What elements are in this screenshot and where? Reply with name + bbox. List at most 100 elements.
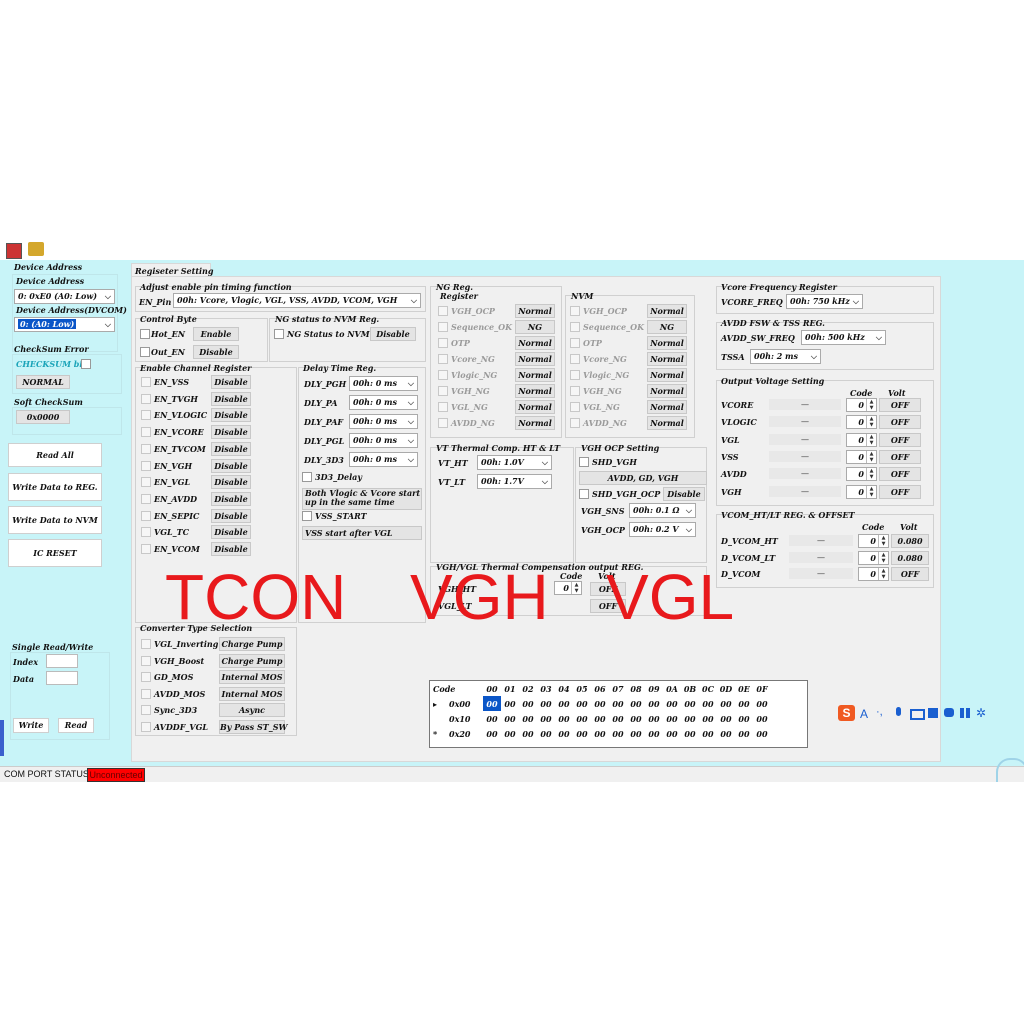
vcore-freq-select[interactable]: 00h: 750 kHz ⌵ bbox=[786, 294, 863, 309]
control-button[interactable]: Enable bbox=[193, 327, 239, 341]
grid-cell[interactable]: 00 bbox=[483, 696, 501, 711]
enable-channel-button[interactable]: Disable bbox=[211, 491, 251, 506]
enable-channel-button[interactable]: Disable bbox=[211, 391, 251, 406]
grid-cell[interactable]: 00 bbox=[519, 696, 537, 711]
output-voltage-code[interactable]: 0 ▲ ▼ bbox=[846, 449, 877, 464]
vcom-slider[interactable]: — bbox=[789, 551, 853, 563]
spinner-arrows-icon[interactable]: ▲ ▼ bbox=[878, 568, 888, 580]
grid-cell[interactable]: 00 bbox=[627, 711, 645, 726]
write-reg-button[interactable]: Write Data to REG. bbox=[8, 473, 102, 501]
spinner-arrows-icon[interactable]: ▲ ▼ bbox=[878, 535, 888, 547]
grid-cell[interactable]: 00 bbox=[753, 711, 771, 726]
enable-channel-checkbox[interactable] bbox=[141, 460, 151, 471]
grid-cell[interactable]: 00 bbox=[555, 711, 573, 726]
spinner-arrows-icon[interactable]: ▲ ▼ bbox=[571, 582, 581, 594]
delay-select[interactable]: 00h: 0 ms ⌵ bbox=[349, 376, 418, 391]
enable-channel-checkbox[interactable] bbox=[141, 393, 151, 404]
d3-delay-checkbox[interactable] bbox=[302, 472, 312, 482]
nvm-checkbox[interactable] bbox=[570, 402, 580, 412]
control-button[interactable]: Disable bbox=[193, 345, 239, 359]
ime-punct-label[interactable]: ·, bbox=[876, 706, 883, 718]
output-voltage-slider[interactable]: — bbox=[769, 416, 841, 428]
register-grid[interactable]: Code 00 01 02 03 04 05 06 07 08 09 0A 0B 0C 0D 0E 0F ▸ 0x0… bbox=[429, 680, 808, 748]
shirt-icon[interactable] bbox=[928, 708, 938, 718]
ime-logo-icon[interactable]: S bbox=[838, 705, 855, 721]
converter-checkbox[interactable] bbox=[141, 639, 151, 649]
vgh-ht-code[interactable]: 0 ▲ ▼ bbox=[554, 581, 582, 595]
folder-icon[interactable] bbox=[28, 242, 44, 256]
grid-cell[interactable]: 00 bbox=[699, 711, 717, 726]
grid-cell[interactable]: 00 bbox=[573, 696, 591, 711]
both-start-button[interactable]: Both Vlogic & Vcore start up in the same… bbox=[302, 488, 422, 510]
vcom-code[interactable]: 0 ▲ ▼ bbox=[858, 567, 889, 581]
ng-reg-checkbox[interactable] bbox=[438, 386, 448, 396]
grid-cell[interactable]: 00 bbox=[663, 726, 681, 741]
data-input[interactable] bbox=[46, 671, 78, 685]
grid-cell[interactable]: 00 bbox=[681, 726, 699, 741]
enable-channel-checkbox[interactable] bbox=[141, 493, 151, 504]
grid-cell[interactable]: 00 bbox=[663, 711, 681, 726]
table-row[interactable]: * 0x20 00 00 00 00 00 00 00 00 00 00 00 00 00 00 00 00 bbox=[430, 726, 771, 741]
nvm-checkbox[interactable] bbox=[570, 306, 580, 316]
enable-channel-button[interactable]: Disable bbox=[211, 508, 251, 523]
grid-cell[interactable]: 00 bbox=[735, 711, 753, 726]
gear-icon[interactable]: ✲ bbox=[976, 706, 986, 720]
grid-cell[interactable]: 00 bbox=[699, 726, 717, 741]
enable-channel-button[interactable]: Disable bbox=[211, 458, 251, 473]
output-voltage-code[interactable]: 0 ▲ ▼ bbox=[846, 467, 877, 482]
enable-channel-checkbox[interactable] bbox=[141, 377, 151, 387]
vgh-sns-select[interactable]: 00h: 0.1 Ω ⌵ bbox=[629, 503, 696, 518]
avdd-gd-vgh-button[interactable]: AVDD, GD, VGH bbox=[579, 471, 707, 485]
nvm-checkbox[interactable] bbox=[570, 354, 580, 364]
grid-cell[interactable]: 00 bbox=[699, 696, 717, 711]
output-voltage-code[interactable]: 0 ▲ ▼ bbox=[846, 432, 877, 447]
grid-cell[interactable]: 00 bbox=[537, 711, 555, 726]
grid-cell[interactable]: 00 bbox=[627, 696, 645, 711]
grid-cell[interactable]: 00 bbox=[609, 711, 627, 726]
grid-cell[interactable]: 00 bbox=[753, 696, 771, 711]
output-voltage-code[interactable]: 0 ▲ ▼ bbox=[846, 484, 877, 499]
grid-cell[interactable]: 00 bbox=[717, 696, 735, 711]
avdd-freq-select[interactable]: 00h: 500 kHz ⌵ bbox=[801, 330, 886, 345]
index-input[interactable] bbox=[46, 654, 78, 668]
grid-cell[interactable]: 00 bbox=[537, 696, 555, 711]
grid-cell[interactable]: 00 bbox=[717, 726, 735, 741]
en-pin-select[interactable]: 00h: Vcore, Vlogic, VGL, VSS, AVDD, VCOM… bbox=[173, 293, 421, 308]
vcom-slider[interactable]: — bbox=[789, 535, 853, 546]
spinner-arrows-icon[interactable]: ▲ ▼ bbox=[866, 433, 876, 446]
converter-checkbox[interactable] bbox=[141, 688, 151, 699]
grid-cell[interactable]: 00 bbox=[573, 711, 591, 726]
enable-channel-button[interactable]: Disable bbox=[211, 408, 251, 423]
output-voltage-slider[interactable]: — bbox=[769, 433, 841, 445]
grid-cell[interactable]: 00 bbox=[483, 726, 501, 741]
output-voltage-slider[interactable]: — bbox=[769, 399, 841, 410]
ng-nvm-checkbox[interactable] bbox=[274, 329, 284, 339]
vt-lt-select[interactable]: 00h: 1.7V ⌵ bbox=[477, 474, 552, 489]
grid-cell[interactable]: 00 bbox=[663, 696, 681, 711]
left-edge-tab[interactable] bbox=[0, 720, 4, 756]
ng-reg-checkbox[interactable] bbox=[438, 402, 448, 412]
spinner-arrows-icon[interactable]: ▲ ▼ bbox=[866, 416, 876, 429]
enable-channel-button[interactable]: Disable bbox=[211, 441, 251, 456]
shd-vgh-checkbox[interactable] bbox=[579, 457, 589, 467]
grid-cell[interactable]: 00 bbox=[537, 726, 555, 741]
grid-cell[interactable]: 00 bbox=[555, 696, 573, 711]
spinner-arrows-icon[interactable]: ▲ ▼ bbox=[866, 468, 876, 481]
shd-vgh-ocp-checkbox[interactable] bbox=[579, 489, 589, 499]
vss-start-checkbox[interactable] bbox=[302, 511, 312, 521]
ng-reg-checkbox[interactable] bbox=[438, 322, 448, 332]
output-voltage-slider[interactable]: — bbox=[769, 450, 841, 462]
converter-button[interactable]: By Pass ST_SW bbox=[219, 719, 287, 734]
control-checkbox[interactable] bbox=[140, 329, 150, 339]
grid-cell[interactable]: 00 bbox=[591, 711, 609, 726]
spinner-arrows-icon[interactable]: ▲ ▼ bbox=[866, 485, 876, 498]
grid-cell[interactable]: 00 bbox=[483, 711, 501, 726]
grid-cell[interactable]: 00 bbox=[501, 726, 519, 741]
apps-grid-icon[interactable] bbox=[960, 708, 970, 718]
ng-reg-checkbox[interactable] bbox=[438, 354, 448, 364]
enable-channel-button[interactable]: Disable bbox=[211, 542, 251, 556]
grid-cell[interactable]: 00 bbox=[591, 726, 609, 741]
enable-channel-button[interactable]: Disable bbox=[211, 525, 251, 540]
ng-reg-checkbox[interactable] bbox=[438, 306, 448, 316]
vcom-slider[interactable]: — bbox=[789, 568, 853, 579]
